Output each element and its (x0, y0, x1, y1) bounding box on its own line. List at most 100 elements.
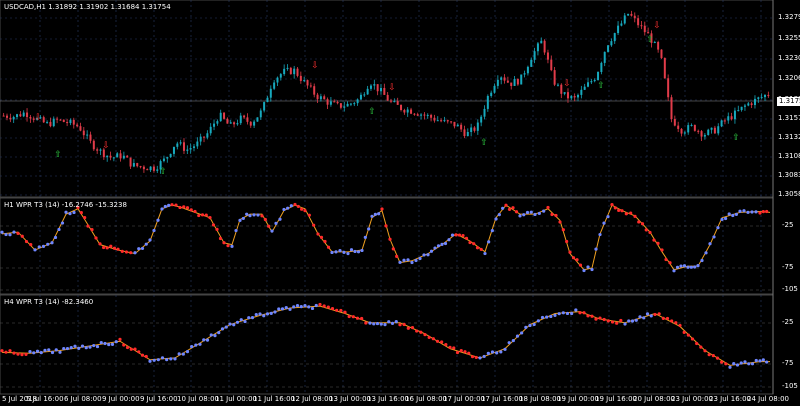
candle-body (313, 86, 316, 95)
indicator-level-label: -105 (782, 382, 798, 390)
candle-body (239, 115, 242, 124)
candle-body (193, 146, 195, 148)
wpr-h1-dot (129, 251, 133, 255)
wpr-h1-dot (218, 236, 223, 241)
wpr-h1-dot (590, 267, 594, 272)
chart-window[interactable]: ⇩ ⇩ ⇩ ⇩ ⇩ ⇩ ⇧ ⇧ ⇧ ⇧ ⇧ ⇧ ⇧ USDCAD,H1 1.31892 1.31902 … (0, 0, 800, 406)
candle-body (149, 166, 152, 171)
candle-body (683, 132, 686, 134)
wpr-h4-dot (670, 319, 674, 323)
wpr-h4-dot (269, 311, 273, 316)
candle-body (550, 59, 553, 71)
wpr-h4-dot (177, 352, 181, 356)
sell-arrow-icon: ⇩ (34, 113, 42, 123)
wpr-h1-dot (693, 265, 697, 269)
wpr-h4-dot (545, 315, 549, 319)
wpr-h4-dot (532, 322, 536, 327)
wpr-h4-dot (486, 351, 490, 355)
price-tick-label: 1.32795 (778, 13, 800, 21)
wpr-h4-dot (156, 358, 160, 362)
wpr-h4-dot (194, 343, 198, 347)
time-tick-label: 9 Jul 16:00 (140, 395, 178, 403)
candle-body (12, 117, 15, 120)
wpr-h1-dot (514, 210, 519, 214)
candle-body (246, 117, 249, 122)
wpr-h4-dot (265, 312, 270, 316)
wpr-h1-dot (152, 228, 156, 233)
wpr-h4-dot (649, 314, 653, 318)
time-tick-label: 17 Jul 16:00 (481, 395, 523, 403)
wpr-h1-dot (4, 232, 8, 237)
candle-body (470, 127, 473, 132)
wpr-h4-dot (20, 353, 24, 357)
candle-body (436, 120, 439, 122)
wpr-h4-dot (549, 314, 553, 319)
candle-body (490, 92, 493, 96)
wpr-h1-dot (60, 221, 65, 225)
candle-body (289, 67, 292, 75)
candle-body (92, 140, 95, 150)
candle-body (566, 92, 569, 99)
sell-arrow-icon: ⇩ (388, 83, 396, 93)
candle-body (740, 106, 743, 111)
candle-body (343, 106, 346, 108)
wpr-h1-dot (613, 206, 617, 210)
wpr-h4-dot (570, 311, 574, 316)
buy-arrow-icon: ⇧ (732, 133, 740, 143)
wpr-h1-dot (312, 223, 316, 227)
wpr-h4-dot (452, 346, 456, 350)
time-tick-label: 6 Jul 08:00 (64, 395, 102, 403)
candle-body (540, 40, 543, 44)
wpr-h1-dot (20, 234, 24, 238)
wpr-h4-dot (88, 345, 92, 349)
wpr-h4-dot (499, 350, 503, 354)
candle-body (733, 110, 736, 120)
wpr-h1-dot (64, 210, 68, 214)
candle-body (26, 112, 29, 118)
wpr-h4-dot (335, 308, 339, 312)
wpr-h1-dot (727, 212, 731, 216)
wpr-h4-dot (735, 363, 740, 367)
candle-body (433, 117, 436, 121)
wpr-h4-dot (54, 348, 58, 352)
wpr-h4-dot (448, 345, 452, 349)
pane-frame (0, 294, 774, 395)
wpr-h1-dot (260, 214, 264, 218)
candle-body (253, 121, 256, 126)
wpr-h4-dot (463, 350, 467, 354)
candle-body (329, 101, 332, 105)
wpr-h4-dot (515, 334, 520, 338)
wpr-h4-dot (455, 350, 460, 355)
wpr-h1-dot (267, 224, 271, 228)
wpr-h1-dot (734, 212, 739, 217)
wpr-h4-dot (678, 323, 682, 328)
wpr-h4-dot (360, 316, 364, 321)
wpr-h1-dot (571, 256, 576, 260)
candle-body (213, 123, 216, 127)
wpr-h4-dot (495, 351, 499, 355)
candle-body (707, 129, 710, 135)
wpr-h1-dot (720, 217, 724, 222)
wpr-h1-dot (0, 230, 4, 234)
wpr-h4-dot (198, 342, 202, 346)
wpr-h1-dot (716, 226, 720, 230)
wpr-h1-dot (182, 205, 186, 209)
wpr-h4-dot (470, 355, 475, 359)
wpr-h1-dot (475, 246, 480, 250)
wpr-h4-dot (39, 351, 43, 355)
buy-arrow-icon: ⇧ (646, 35, 654, 45)
wpr-h4-dot (47, 348, 51, 352)
wpr-h4-dot (8, 349, 12, 353)
wpr-h1-dot (443, 241, 448, 246)
wpr-h1-dot (148, 238, 152, 242)
candle-body (326, 99, 329, 105)
indicator-level-label: -75 (782, 359, 794, 367)
time-tick-label: 10 Jul 08:00 (177, 395, 219, 403)
wpr-h4-dot (444, 343, 448, 347)
candle-body (710, 127, 713, 130)
price-tick-label: 1.30835 (778, 171, 800, 179)
wpr-h4-dot (326, 305, 330, 309)
wpr-h1-dot (326, 245, 331, 249)
candle-body (590, 81, 593, 83)
wpr-h1-dot (323, 239, 327, 244)
